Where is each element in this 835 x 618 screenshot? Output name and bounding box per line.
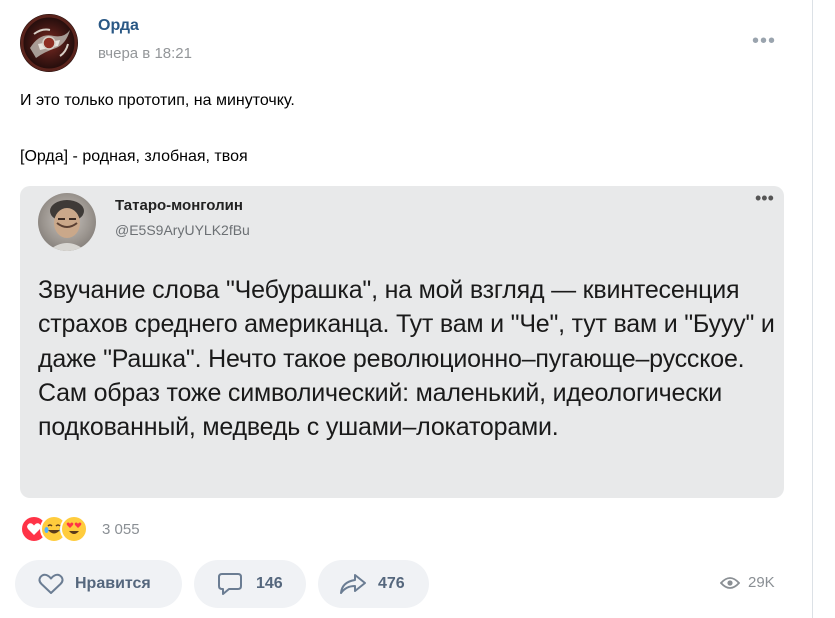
horde-emblem-icon	[20, 14, 78, 72]
heart-eyes-reaction-icon	[60, 515, 88, 543]
person-photo-icon	[48, 200, 86, 251]
like-button-label: Нравится	[75, 575, 151, 592]
author-name[interactable]: Орда	[98, 17, 139, 35]
tweet-screenshot-image[interactable]: Татаро-монголин @E5S9AryUYLK2fBu ••• Зву…	[20, 186, 784, 498]
right-divider	[812, 0, 813, 618]
shares-count: 476	[378, 575, 405, 592]
views-counter: 29K	[720, 574, 775, 591]
comments-count: 146	[256, 575, 283, 592]
author-avatar[interactable]	[20, 14, 78, 72]
tweet-avatar	[38, 193, 96, 251]
comment-button[interactable]: 146	[194, 560, 306, 608]
post-time[interactable]: вчера в 18:21	[98, 45, 192, 62]
post-text-hashtag-line: [Орда] - родная, злобная, твоя	[20, 148, 248, 165]
tweet-text: Звучание слова "Чебурашка", на мой взгля…	[38, 276, 775, 442]
like-button[interactable]: Нравится	[15, 560, 182, 608]
reactions-summary[interactable]	[20, 515, 88, 543]
tweet-more-icon: •••	[755, 188, 774, 208]
comment-bubble-icon	[218, 573, 242, 595]
reactions-count[interactable]: 3 055	[102, 521, 140, 538]
tweet-author-name: Татаро-монголин	[115, 197, 243, 214]
share-arrow-icon	[340, 574, 366, 594]
eye-icon	[720, 576, 740, 589]
heart-outline-icon	[38, 573, 64, 594]
post-text: И это только прототип, на минуточку. [Ор…	[20, 90, 800, 167]
post-more-menu-icon[interactable]: •••	[752, 30, 776, 53]
share-button[interactable]: 476	[318, 560, 429, 608]
views-count: 29K	[748, 574, 775, 591]
tweet-author-handle: @E5S9AryUYLK2fBu	[115, 222, 250, 238]
post-text-line: И это только прототип, на минуточку.	[20, 92, 295, 109]
